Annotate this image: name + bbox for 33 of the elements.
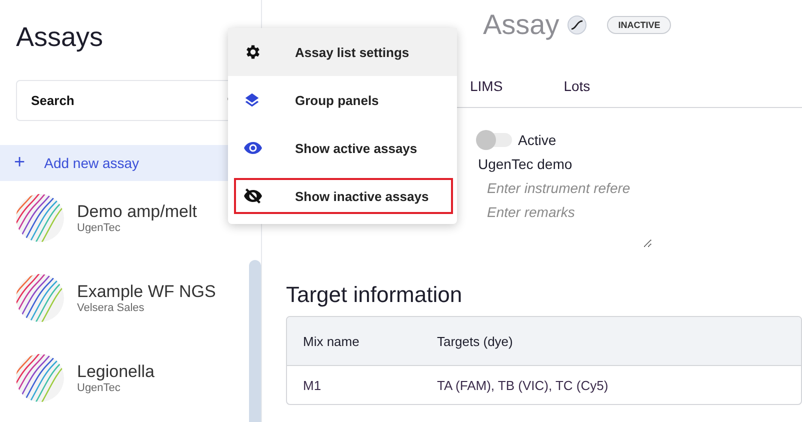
assay-name: Example WF NGS <box>77 282 216 302</box>
toggle-label: Active <box>518 132 556 148</box>
assay-name: Legionella <box>77 362 155 382</box>
scrollbar-thumb[interactable] <box>249 260 261 422</box>
menu-item[interactable]: Assay list settings <box>228 28 457 76</box>
assay-owner: UgenTec <box>77 222 122 234</box>
assay-list-item[interactable]: Example WF NGS Velsera Sales <box>0 274 249 322</box>
assay-title: Assay <box>483 9 560 41</box>
tab[interactable]: LIMS <box>470 78 503 94</box>
sidebar-title: Assays <box>16 21 104 54</box>
assay-name: Demo amp/melt <box>77 202 197 222</box>
column-header: Mix name <box>302 334 360 348</box>
sigmoid-curve-icon <box>567 15 588 35</box>
section-title: Target information <box>286 282 464 308</box>
table-cell-text: M1 <box>302 378 322 392</box>
column-header: Targets (dye) <box>437 334 513 348</box>
instrument-reference-field[interactable]: Enter instrument refere <box>478 175 647 200</box>
assay-list-item[interactable]: Demo amp/melt UgenTec <box>0 194 249 242</box>
eye-slash-icon <box>244 188 262 204</box>
tab[interactable]: Lots <box>564 78 590 94</box>
wave-logo-icon <box>16 354 64 402</box>
organization-value: UgenTec demo <box>478 155 574 174</box>
layers-icon <box>244 92 260 108</box>
active-toggle[interactable] <box>478 133 512 147</box>
wave-logo-icon <box>16 274 64 322</box>
table-cell: TA (FAM), TB (VIC), TC (Cy5) <box>437 378 608 392</box>
assay-owner: Velsera Sales <box>77 302 146 314</box>
assay-list-item[interactable]: Legionella UgenTec <box>0 354 249 402</box>
status-badge: INACTIVE <box>607 16 672 34</box>
assay-owner: UgenTec <box>77 382 122 394</box>
wave-logo-icon <box>16 194 64 242</box>
settings-icon <box>244 43 262 61</box>
eye-icon <box>244 141 262 155</box>
